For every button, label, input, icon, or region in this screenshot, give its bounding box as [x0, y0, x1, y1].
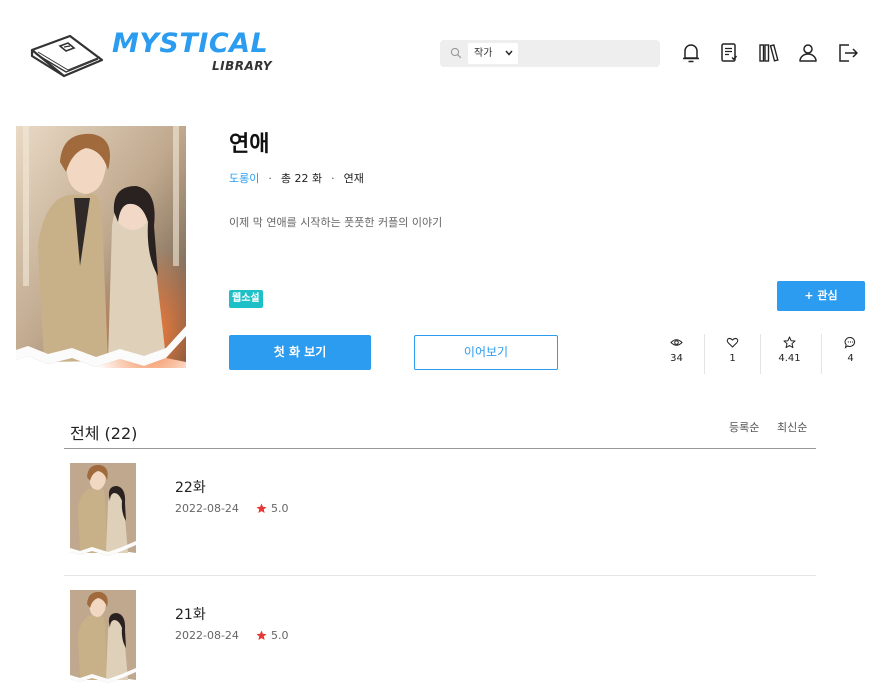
bell-icon[interactable] [678, 40, 704, 66]
stat-comments: 4 [823, 332, 878, 374]
star-icon [256, 630, 267, 640]
search-input[interactable] [522, 43, 654, 64]
cover-image [16, 126, 186, 368]
search-type-value: 작가 [474, 48, 493, 59]
views-count: 34 [670, 353, 683, 364]
episode-date: 2022-08-24 [175, 502, 239, 515]
search-type-select[interactable]: 작가 [468, 43, 518, 64]
work-stats: 34 1 4.41 4 [649, 332, 877, 374]
likes-count: 1 [729, 353, 736, 364]
stat-views: 34 [649, 332, 704, 374]
episode-title: 22화 [175, 480, 206, 496]
sort-by-register[interactable]: 등록순 [729, 419, 759, 435]
search-icon[interactable] [450, 47, 462, 59]
genre-tag[interactable]: 웹소설 [229, 290, 263, 308]
episode-count: 총 22 화 [280, 172, 323, 185]
episode-rating: 5.0 [271, 502, 289, 515]
rating-value: 4.41 [778, 353, 801, 364]
work-title: 연애 [229, 132, 270, 157]
first-episode-button[interactable]: 첫 화 보기 [229, 335, 371, 370]
episode-row[interactable]: 22화 2022-08-24 5.0 [64, 449, 816, 576]
reading-list-icon[interactable] [716, 40, 742, 66]
comments-count: 4 [847, 353, 854, 364]
logo-subtitle: LIBRARY [212, 59, 273, 73]
episode-row[interactable]: 21화 2022-08-24 5.0 [64, 576, 816, 698]
stat-rating: 4.41 [762, 332, 817, 374]
logo-title: MYSTICAL [112, 28, 269, 59]
logout-icon[interactable] [835, 40, 861, 66]
continue-reading-button[interactable]: 이어보기 [414, 335, 558, 370]
episode-title: 21화 [175, 607, 206, 623]
comment-icon [844, 337, 856, 349]
stat-divider [760, 334, 761, 374]
eye-icon [670, 339, 683, 346]
add-favorite-button[interactable]: + 관심 [777, 281, 865, 311]
bookshelf-icon[interactable] [756, 40, 782, 66]
episode-date: 2022-08-24 [175, 629, 239, 642]
serial-status: 연재 [343, 172, 364, 185]
user-icon[interactable] [795, 40, 821, 66]
stat-likes: 1 [705, 332, 760, 374]
episode-thumbnail [70, 463, 136, 556]
search-bar: 작가 [440, 40, 660, 67]
site-logo[interactable]: MYSTICAL LIBRARY [26, 28, 286, 80]
stat-divider [821, 334, 822, 374]
episode-rating: 5.0 [271, 629, 289, 642]
book-logo-icon [30, 34, 104, 78]
meta-separator: · [331, 172, 335, 185]
sort-by-latest[interactable]: 최신순 [777, 419, 807, 435]
work-description: 이제 막 연애를 시작하는 풋풋한 커플의 이야기 [229, 216, 443, 229]
meta-separator: · [268, 172, 272, 185]
star-outline-icon [783, 336, 796, 349]
chevron-down-icon [505, 50, 513, 56]
heart-icon [726, 337, 739, 348]
work-meta: 도롱이 · 총 22 화 · 연재 [229, 170, 364, 186]
star-icon [256, 503, 267, 513]
episode-thumbnail [70, 590, 136, 683]
episode-list-heading: 전체 (22) [70, 424, 138, 443]
author-link[interactable]: 도롱이 [229, 172, 259, 185]
